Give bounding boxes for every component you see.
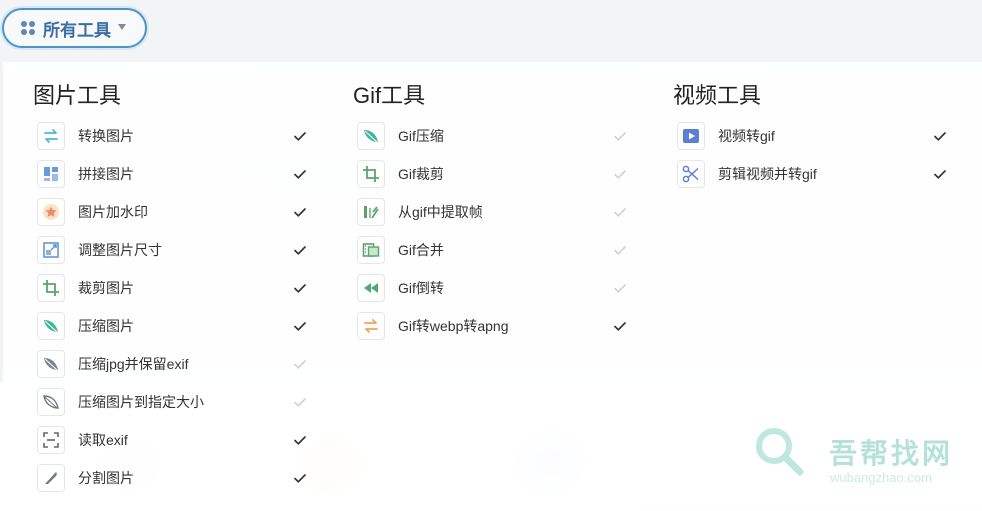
tool-item[interactable]: Gif倒转 bbox=[320, 269, 626, 307]
tool-item-label: 调整图片尺寸 bbox=[78, 242, 162, 258]
rewind-icon bbox=[357, 274, 385, 302]
tool-item[interactable]: 调整图片尺寸 bbox=[0, 231, 306, 269]
check-icon[interactable] bbox=[613, 319, 627, 333]
tool-item[interactable]: 裁剪图片 bbox=[0, 269, 306, 307]
check-disabled-icon[interactable] bbox=[613, 129, 627, 143]
collage-icon bbox=[37, 160, 65, 188]
film-merge-icon bbox=[357, 236, 385, 264]
video-play-icon bbox=[677, 122, 705, 150]
knife-icon bbox=[37, 464, 65, 492]
tool-item-label: 分割图片 bbox=[78, 470, 134, 486]
tool-item[interactable]: 压缩图片 bbox=[0, 307, 306, 345]
extract-frames-icon bbox=[357, 198, 385, 226]
tool-item[interactable]: 拼接图片 bbox=[0, 155, 306, 193]
tool-item[interactable]: 视频转gif bbox=[640, 117, 946, 155]
check-disabled-icon[interactable] bbox=[613, 243, 627, 257]
tool-item-label: 从gif中提取帧 bbox=[398, 204, 483, 220]
check-disabled-icon[interactable] bbox=[613, 167, 627, 181]
magnifier-logo-icon bbox=[756, 428, 804, 476]
tool-item-label: Gif压缩 bbox=[398, 128, 444, 144]
column-title: Gif工具 bbox=[353, 83, 426, 108]
check-icon[interactable] bbox=[933, 167, 947, 181]
tool-item[interactable]: 转换图片 bbox=[0, 117, 306, 155]
tool-item-label: 读取exif bbox=[78, 432, 128, 448]
tool-item-label: Gif倒转 bbox=[398, 280, 444, 296]
tool-item-label: 裁剪图片 bbox=[78, 280, 134, 296]
tool-item-label: 剪辑视频并转gif bbox=[718, 166, 817, 182]
check-disabled-icon[interactable] bbox=[613, 281, 627, 295]
convert-arrows-orange-icon bbox=[357, 312, 385, 340]
check-disabled-icon[interactable] bbox=[613, 205, 627, 219]
tool-item-label: 压缩jpg并保留exif bbox=[78, 356, 189, 372]
check-icon[interactable] bbox=[293, 281, 307, 295]
tool-item-label: 图片加水印 bbox=[78, 204, 148, 220]
tool-item-label: 视频转gif bbox=[718, 128, 775, 144]
star-watermark-icon bbox=[37, 198, 65, 226]
watermark-subtitle: wubangzhao.com bbox=[830, 470, 932, 485]
tool-item[interactable]: 剪辑视频并转gif bbox=[640, 155, 946, 193]
check-icon[interactable] bbox=[293, 167, 307, 181]
tool-item-label: 拼接图片 bbox=[78, 166, 134, 182]
tool-item[interactable]: 从gif中提取帧 bbox=[320, 193, 626, 231]
tool-item[interactable]: Gif合并 bbox=[320, 231, 626, 269]
check-icon[interactable] bbox=[933, 129, 947, 143]
video-tools-column: 视频工具 视频转gif 剪辑视频并转gif bbox=[640, 82, 946, 193]
tool-item-label: Gif合并 bbox=[398, 242, 444, 258]
tool-item[interactable]: Gif压缩 bbox=[320, 117, 626, 155]
check-disabled-icon[interactable] bbox=[293, 357, 307, 371]
all-tools-label: 所有工具 bbox=[43, 20, 111, 40]
leaf-compress-icon bbox=[37, 312, 65, 340]
apps-grid-icon bbox=[21, 21, 35, 35]
check-icon[interactable] bbox=[293, 243, 307, 257]
check-icon[interactable] bbox=[293, 471, 307, 485]
tool-item[interactable]: 压缩jpg并保留exif bbox=[0, 345, 306, 383]
gif-tools-column: Gif工具 Gif压缩 Gif裁剪从gif中提取帧 Gif合并 Gif倒转 Gif转we… bbox=[320, 82, 626, 345]
tool-item-label: 压缩图片 bbox=[78, 318, 134, 334]
check-icon[interactable] bbox=[293, 129, 307, 143]
tool-item-label: Gif转webp转apng bbox=[398, 318, 509, 334]
tool-item-label: 压缩图片到指定大小 bbox=[78, 394, 204, 410]
tool-item[interactable]: Gif转webp转apng bbox=[320, 307, 626, 345]
check-icon[interactable] bbox=[293, 319, 307, 333]
leaf-compress-gray-icon bbox=[37, 350, 65, 378]
scan-frame-icon bbox=[37, 426, 65, 454]
check-disabled-icon[interactable] bbox=[293, 395, 307, 409]
leaf-compress-icon bbox=[357, 122, 385, 150]
tool-item[interactable]: 读取exif bbox=[0, 421, 306, 459]
tool-item-label: 转换图片 bbox=[78, 128, 134, 144]
crop-icon bbox=[357, 160, 385, 188]
check-icon[interactable] bbox=[293, 433, 307, 447]
tool-item[interactable]: 图片加水印 bbox=[0, 193, 306, 231]
scissors-icon bbox=[677, 160, 705, 188]
caret-down-icon bbox=[118, 24, 126, 30]
image-tools-column: 图片工具 转换图片拼接图片图片加水印调整图片尺寸 裁剪图片压缩图片压缩jpg并保留… bbox=[0, 82, 306, 497]
crop-icon bbox=[37, 274, 65, 302]
watermark-title: 吾帮找网 bbox=[829, 438, 954, 469]
resize-icon bbox=[37, 236, 65, 264]
column-title: 图片工具 bbox=[33, 83, 122, 108]
watermark: 吾帮找网 wubangzhao.com bbox=[754, 426, 964, 496]
leaf-outline-icon bbox=[37, 388, 65, 416]
tool-item[interactable]: 压缩图片到指定大小 bbox=[0, 383, 306, 421]
all-tools-button[interactable]: 所有工具 bbox=[2, 8, 147, 48]
tool-item-label: Gif裁剪 bbox=[398, 166, 444, 182]
column-title: 视频工具 bbox=[673, 83, 762, 108]
tool-item[interactable]: 分割图片 bbox=[0, 459, 306, 497]
convert-arrows-icon bbox=[37, 122, 65, 150]
check-icon[interactable] bbox=[293, 205, 307, 219]
tool-item[interactable]: Gif裁剪 bbox=[320, 155, 626, 193]
